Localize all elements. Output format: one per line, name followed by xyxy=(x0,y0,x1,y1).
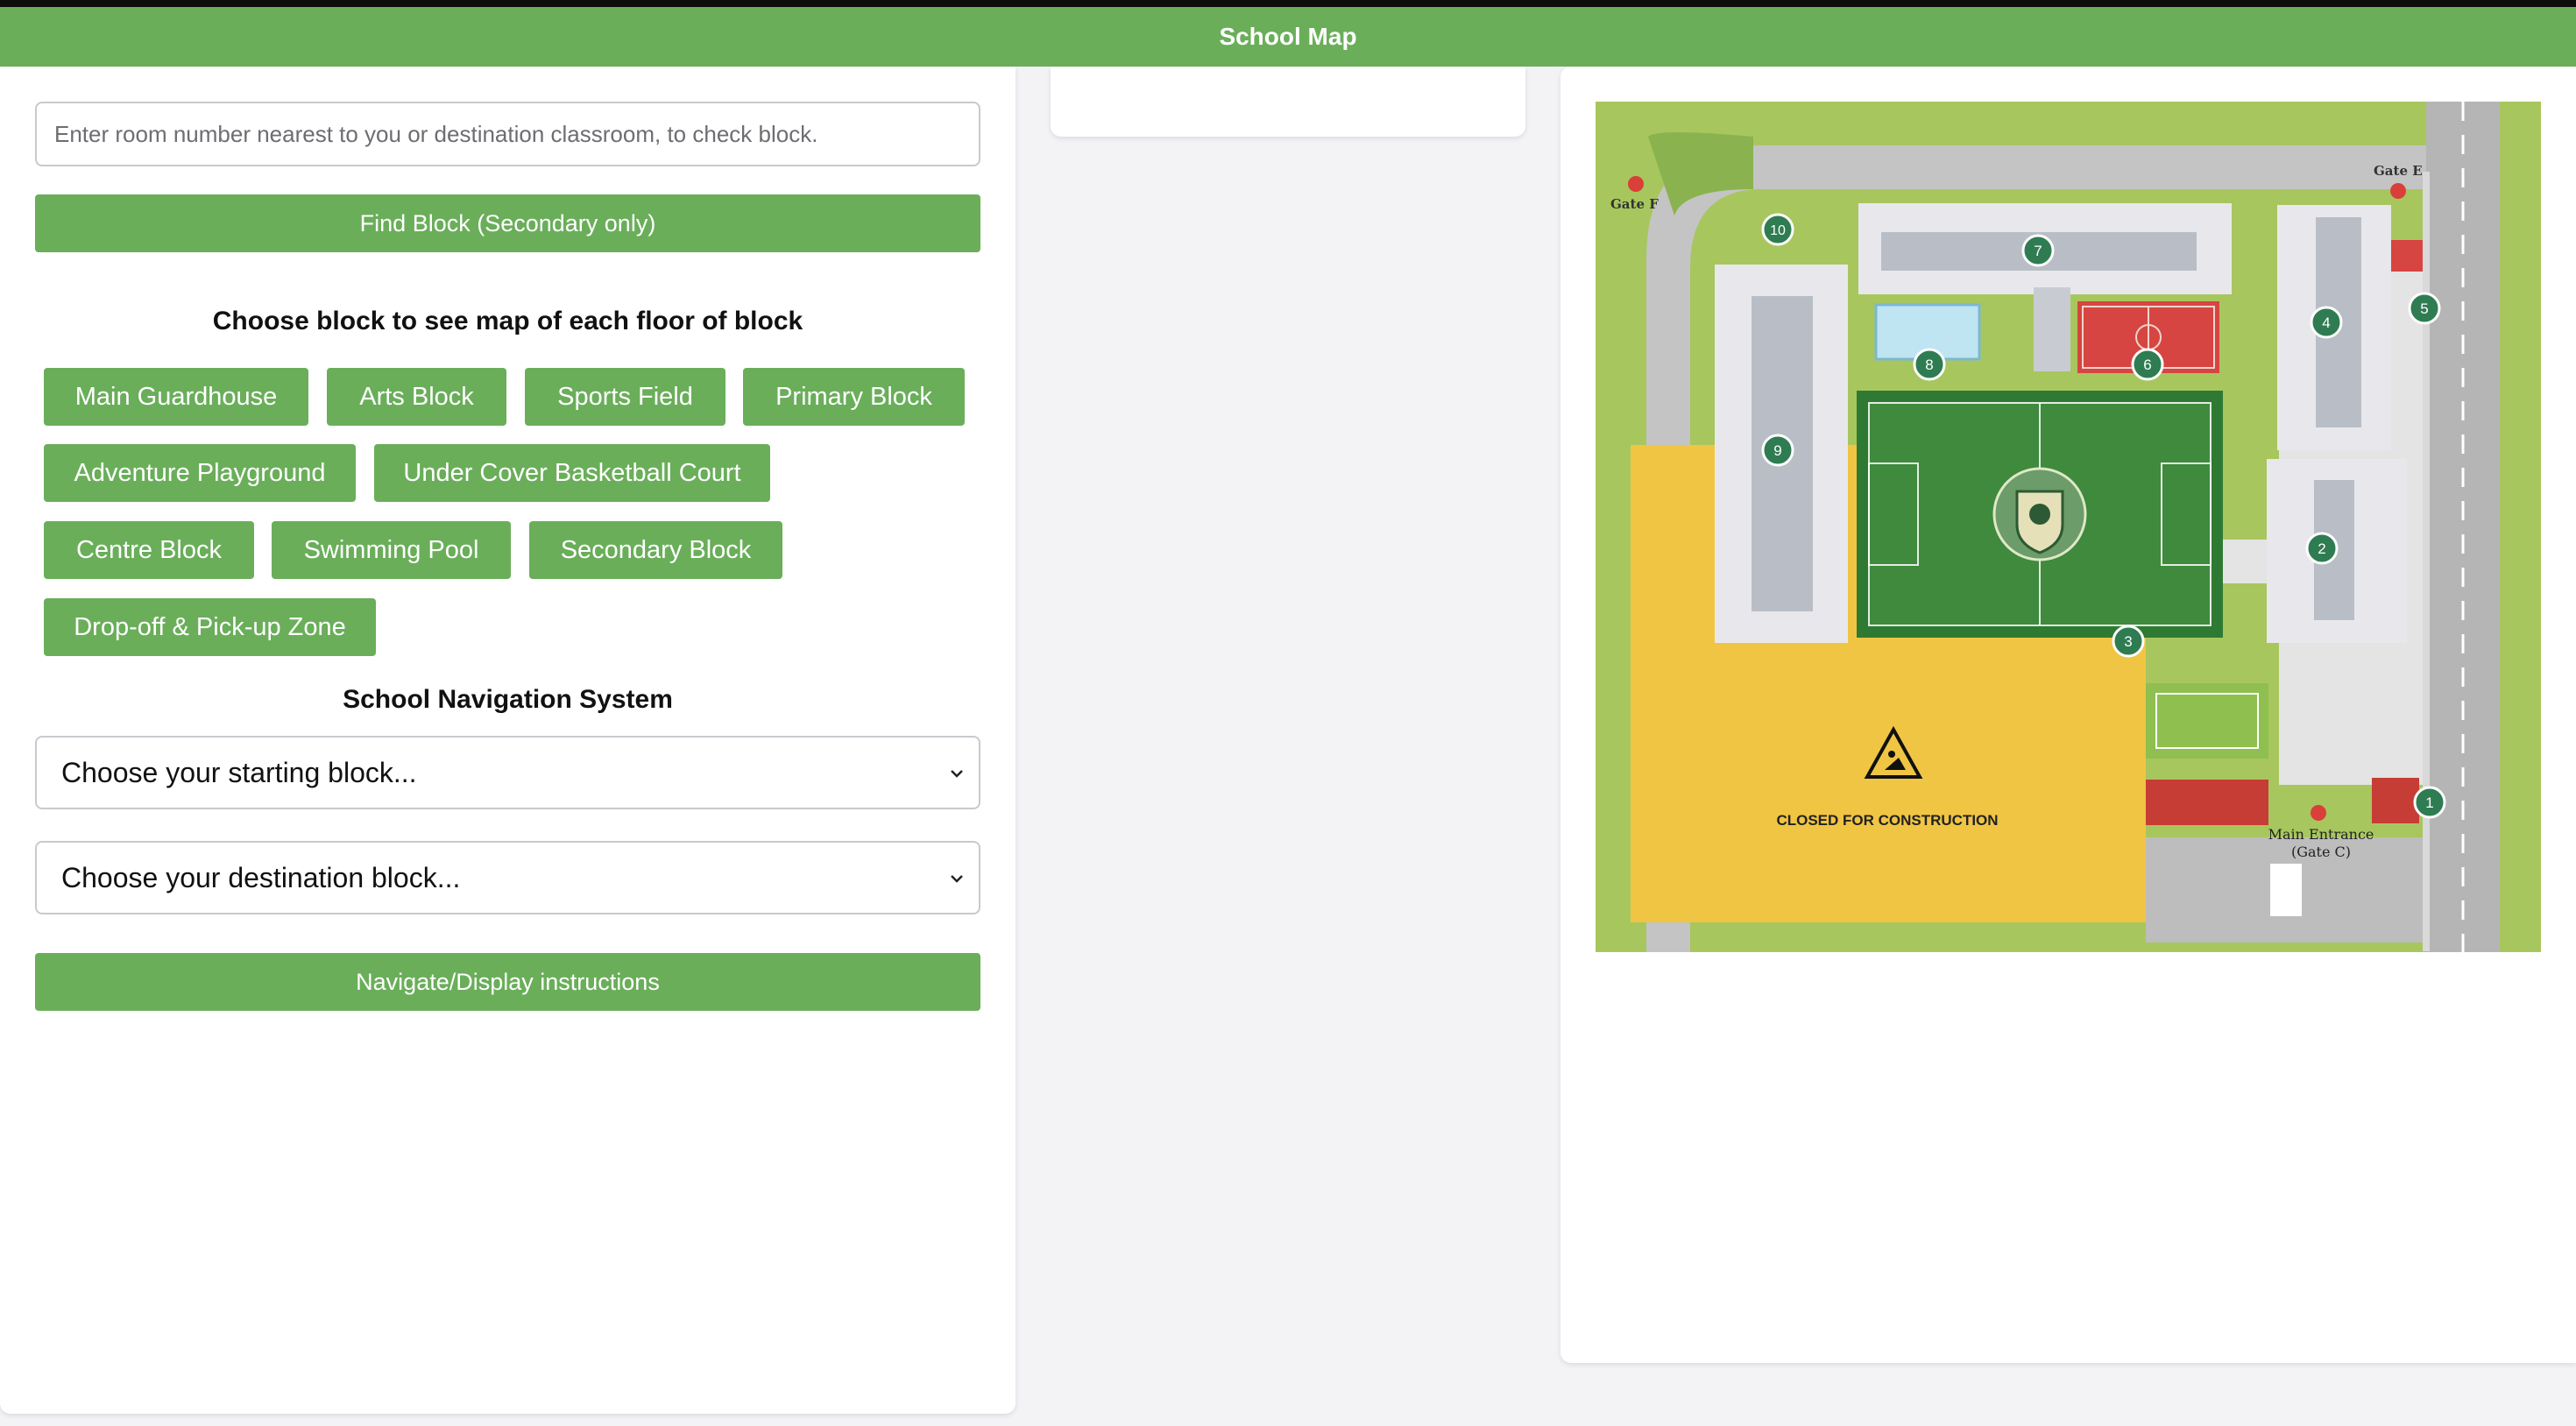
map-marker-8[interactable]: 8 xyxy=(1913,348,1946,381)
start-block-select[interactable]: Choose your starting block... xyxy=(35,736,980,809)
svg-text:1: 1 xyxy=(2425,794,2433,811)
block-button-swimming-pool[interactable]: Swimming Pool xyxy=(272,521,511,579)
page-header: School Map xyxy=(0,7,2576,67)
find-block-button[interactable]: Find Block (Secondary only) xyxy=(35,194,980,252)
svg-text:10: 10 xyxy=(1770,223,1786,238)
map-marker-1[interactable]: 1 xyxy=(2413,786,2446,819)
svg-text:3: 3 xyxy=(2124,633,2132,650)
block-button-primary-block[interactable]: Primary Block xyxy=(743,368,965,426)
destination-block-select[interactable]: Choose your destination block... xyxy=(35,841,980,914)
gate-fence xyxy=(2423,172,2430,951)
map-marker-10[interactable]: 10 xyxy=(1761,213,1794,246)
map-marker-4[interactable]: 4 xyxy=(2310,306,2343,339)
main-road xyxy=(2426,102,2500,952)
block-button-main-guardhouse[interactable]: Main Guardhouse xyxy=(44,368,308,426)
gate-c-marker xyxy=(2311,805,2326,821)
svg-text:4: 4 xyxy=(2322,314,2330,331)
navigation-section-title: School Navigation System xyxy=(343,685,673,714)
svg-text:5: 5 xyxy=(2420,300,2428,317)
gate-e-label: Gate E xyxy=(2374,163,2423,179)
map-marker-6[interactable]: 6 xyxy=(2131,348,2164,381)
construction-label: CLOSED FOR CONSTRUCTION xyxy=(1776,812,1998,829)
room-search-input[interactable] xyxy=(35,102,980,166)
pedestrian-crossing xyxy=(2270,864,2302,916)
map-marker-7[interactable]: 7 xyxy=(2021,234,2055,267)
gate-f-marker xyxy=(1628,176,1644,192)
map-marker-2[interactable]: 2 xyxy=(2305,532,2339,565)
map-marker-9[interactable]: 9 xyxy=(1761,434,1794,467)
chevron-down-icon xyxy=(951,875,963,883)
gate-f-label: Gate F xyxy=(1610,196,1659,212)
start-block-select-value: Choose your starting block... xyxy=(61,756,417,788)
block-button-sports-field[interactable]: Sports Field xyxy=(525,368,725,426)
block-button-centre-block[interactable]: Centre Block xyxy=(44,521,254,579)
svg-text:2: 2 xyxy=(2318,540,2325,557)
instructions-panel xyxy=(1051,67,1525,137)
svg-text:8: 8 xyxy=(1925,356,1933,373)
map-marker-5[interactable]: 5 xyxy=(2408,292,2441,325)
window-top-strip xyxy=(0,0,2576,7)
block-button-arts-block[interactable]: Arts Block xyxy=(327,368,506,426)
gate-e-marker xyxy=(2390,183,2406,199)
pool-cover xyxy=(2034,287,2070,371)
block-button-drop-off-zone[interactable]: Drop-off & Pick-up Zone xyxy=(44,598,376,656)
gate-c-label: (Gate C) xyxy=(2291,844,2351,860)
drop-off-shelter xyxy=(2146,780,2268,825)
svg-text:6: 6 xyxy=(2143,356,2151,373)
block-button-adventure-playground[interactable]: Adventure Playground xyxy=(44,444,356,502)
navigate-button[interactable]: Navigate/Display instructions xyxy=(35,953,980,1011)
page-title: School Map xyxy=(1219,23,1357,50)
school-crest-icon xyxy=(1992,467,2087,561)
main-entrance-label: Main Entrance xyxy=(2268,826,2374,843)
svg-text:9: 9 xyxy=(1773,442,1781,459)
block-button-secondary-block[interactable]: Secondary Block xyxy=(529,521,782,579)
school-map: CLOSED FOR CONSTRUCTION Gate F Gate E Ma… xyxy=(1596,102,2541,952)
map-marker-3[interactable]: 3 xyxy=(2112,625,2145,658)
chevron-down-icon xyxy=(951,770,963,778)
svg-text:7: 7 xyxy=(2034,243,2042,259)
block-section-title: Choose block to see map of each floor of… xyxy=(212,307,803,335)
destination-block-select-value: Choose your destination block... xyxy=(61,861,461,893)
guard-post-5 xyxy=(2391,240,2424,272)
block-button-basketball-court[interactable]: Under Cover Basketball Court xyxy=(374,444,770,502)
main-guardhouse xyxy=(2372,778,2419,823)
